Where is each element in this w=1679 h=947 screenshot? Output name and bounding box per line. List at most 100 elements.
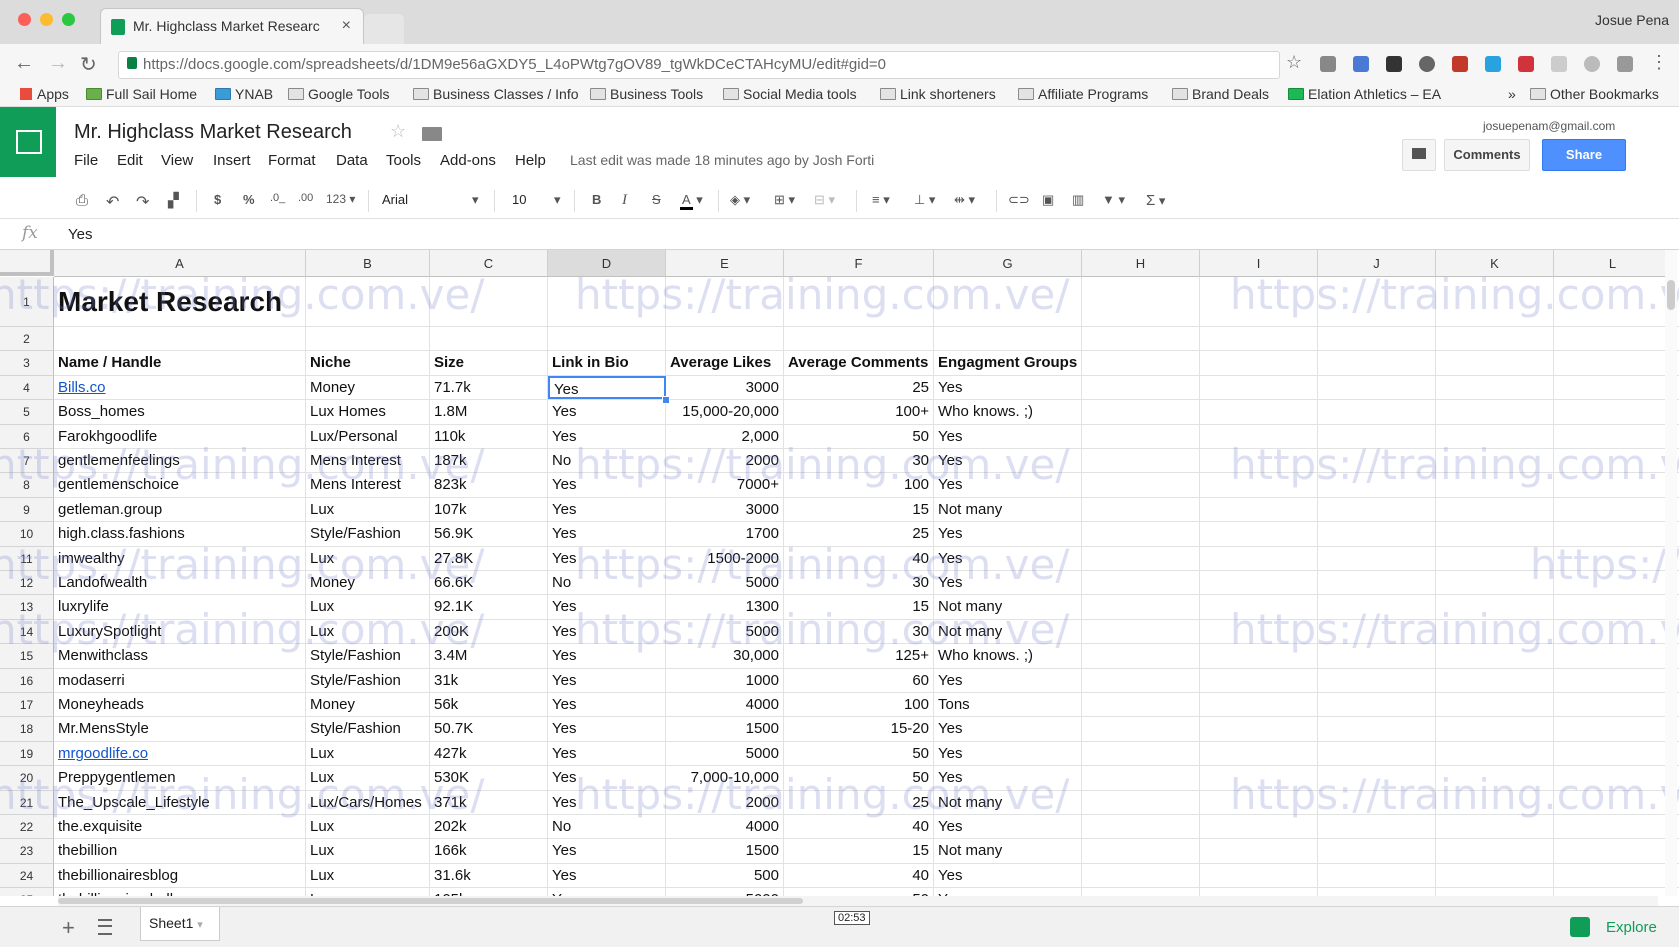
text-wrap-icon[interactable]: ⇹ ▾ [954,192,975,208]
cell[interactable]: Yes [548,717,666,741]
cell[interactable]: 50 [784,888,934,896]
empty-cell[interactable] [1318,717,1436,741]
percent-format-button[interactable]: % [243,192,255,207]
empty-cell[interactable] [1082,327,1200,351]
cell[interactable]: 100+ [784,400,934,424]
empty-cell[interactable] [1436,863,1554,888]
cell[interactable]: Money [306,693,430,717]
account-email[interactable]: josuepenam@gmail.com [1483,119,1615,133]
empty-cell[interactable] [306,327,430,351]
menu-tools[interactable]: Tools [386,152,421,169]
menu-data[interactable]: Data [336,152,368,169]
cell[interactable]: 15-20 [784,717,934,741]
empty-cell[interactable] [1318,668,1436,692]
more-formats-dropdown[interactable]: 123 ▾ [326,192,355,206]
column-label[interactable]: Engagment Groups [934,351,1082,375]
empty-cell[interactable] [1318,351,1436,375]
star-icon[interactable]: ☆ [390,121,406,142]
empty-cell[interactable] [1554,693,1672,717]
handle-cell[interactable]: Mr.MensStyle [54,717,306,741]
empty-cell[interactable] [1318,546,1436,570]
cell[interactable]: 100 [784,693,934,717]
empty-cell[interactable] [1082,741,1200,766]
close-tab-icon[interactable]: × [342,17,351,35]
bookmark-google-tools[interactable]: Google Tools [288,86,389,102]
empty-cell[interactable] [1318,888,1436,896]
cell[interactable]: 40 [784,863,934,888]
document-title[interactable]: Mr. Highclass Market Research [74,121,352,144]
cell[interactable]: 105k [430,888,548,896]
cell[interactable]: 31k [430,668,548,692]
extension-icon[interactable] [1584,56,1600,72]
increase-decimal-button[interactable]: .00 [298,192,313,204]
bookmark-star-icon[interactable]: ☆ [1286,52,1302,73]
empty-cell[interactable] [1436,497,1554,522]
empty-cell[interactable] [548,327,666,351]
merge-cells-icon[interactable]: ⊟ ▾ [814,192,835,208]
row-header-5[interactable]: 5 [0,400,54,425]
cell[interactable]: 71.7k [430,375,548,400]
cell[interactable]: Yes [934,668,1082,692]
strikethrough-button[interactable]: S [652,192,661,207]
cell[interactable]: Yes [934,863,1082,888]
empty-cell[interactable] [1200,863,1318,888]
empty-cell[interactable] [1200,351,1318,375]
extension-icon[interactable] [1551,56,1567,72]
empty-cell[interactable] [1200,497,1318,522]
cell[interactable]: Yes [548,693,666,717]
cell[interactable]: 3000 [666,375,784,400]
bookmark-business-classes[interactable]: Business Classes / Info [413,86,579,102]
bookmark-apps[interactable]: Apps [20,86,69,102]
comment-history-button[interactable] [1402,139,1436,171]
active-cell[interactable]: Yes [548,375,666,400]
font-family-select[interactable]: Arial ▾ [382,192,482,207]
formula-input[interactable]: Yes [68,226,92,243]
redo-icon[interactable]: ↷ [136,192,149,212]
row-header-2[interactable]: 2 [0,327,54,352]
empty-cell[interactable] [1554,327,1672,351]
handle-cell[interactable]: thebillionairesblog [54,863,306,888]
column-label[interactable]: Average Comments [784,351,934,375]
horizontal-align-icon[interactable]: ≡ ▾ [872,192,890,208]
menu-file[interactable]: File [74,152,98,169]
cell[interactable]: 15 [784,497,934,522]
empty-cell[interactable] [1436,668,1554,692]
cell[interactable]: Money [306,375,430,400]
cell[interactable]: 50.7K [430,717,548,741]
empty-cell[interactable] [1082,815,1200,839]
maximize-window-button[interactable] [62,13,75,26]
empty-cell[interactable] [1436,327,1554,351]
bold-button[interactable]: B [592,192,601,207]
sheet-tab-sheet1[interactable]: Sheet1 ▾ [140,907,220,941]
cell[interactable]: Lux [306,863,430,888]
empty-cell[interactable] [1554,839,1672,863]
column-label[interactable]: Name / Handle [54,351,306,375]
menu-view[interactable]: View [161,152,193,169]
empty-cell[interactable] [1436,351,1554,375]
empty-cell[interactable] [1554,668,1672,692]
empty-cell[interactable] [1082,839,1200,863]
bookmark-other[interactable]: Other Bookmarks [1530,86,1659,102]
cell[interactable]: Yes [934,717,1082,741]
fill-handle[interactable] [662,396,670,405]
insert-chart-icon[interactable]: ▥ [1072,192,1084,208]
bookmark-ynab[interactable]: YNAB [215,86,273,102]
cell[interactable]: 4000 [666,693,784,717]
cell[interactable]: Yes [548,888,666,896]
empty-cell[interactable] [1436,400,1554,424]
undo-icon[interactable]: ↶ [106,192,119,212]
extension-icon[interactable] [1617,56,1633,72]
cell[interactable]: Not many [934,839,1082,863]
handle-cell[interactable]: mrgoodlife.co [54,741,306,766]
empty-cell[interactable] [1082,546,1200,570]
empty-cell[interactable] [1318,400,1436,424]
cell[interactable]: Style/Fashion [306,717,430,741]
empty-cell[interactable] [1082,595,1200,619]
cell[interactable]: 56k [430,693,548,717]
cell[interactable]: Lux Homes [306,400,430,424]
empty-cell[interactable] [1082,888,1200,896]
cell[interactable]: 60 [784,668,934,692]
sheets-logo-icon[interactable] [0,107,56,177]
empty-cell[interactable] [1200,717,1318,741]
bookmark-business-tools[interactable]: Business Tools [590,86,703,102]
